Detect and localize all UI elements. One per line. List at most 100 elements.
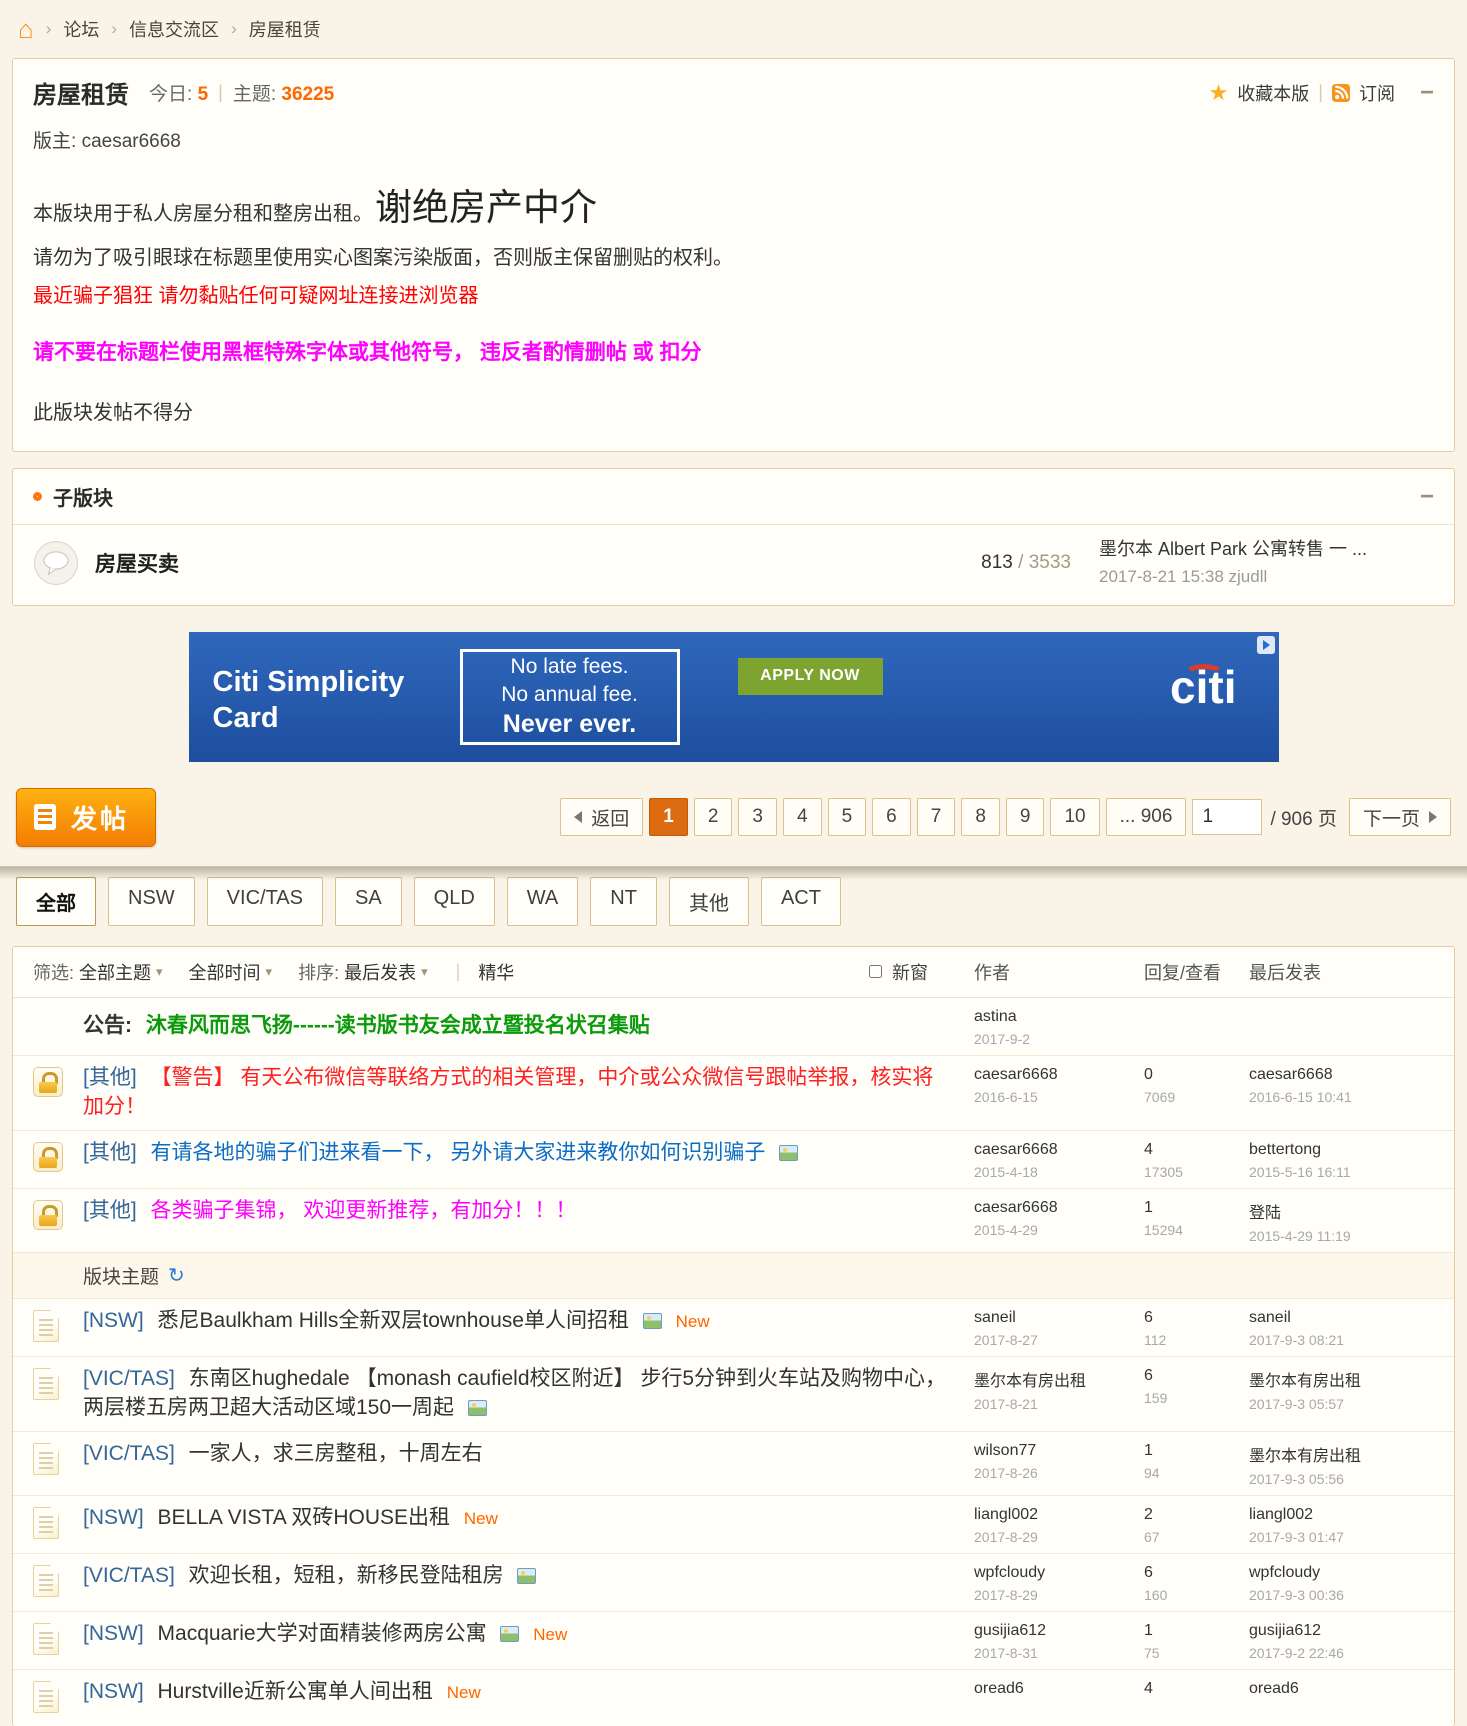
thread-category-tag[interactable]: [VIC/TAS] bbox=[83, 1564, 175, 1587]
last-post-user[interactable]: 墨尔本有房出租 bbox=[1249, 1442, 1434, 1466]
thread-author[interactable]: wpfcloudy bbox=[974, 1564, 1144, 1582]
thread-title[interactable]: 各类骗子集锦， 欢迎更新推荐，有加分！！！ bbox=[151, 1199, 577, 1222]
last-post-user[interactable]: caesar6668 bbox=[1249, 1066, 1434, 1084]
region-tab[interactable]: WA bbox=[506, 876, 579, 926]
digest-link[interactable]: 精华 bbox=[478, 959, 514, 985]
last-post-date[interactable]: 2017-9-3 05:56 bbox=[1249, 1471, 1434, 1487]
arrow-left-icon bbox=[574, 811, 583, 824]
last-post-user[interactable]: oread6 bbox=[1249, 1680, 1434, 1698]
last-post-date[interactable]: 2015-5-16 16:11 bbox=[1249, 1164, 1434, 1180]
subforum-last-post-user[interactable]: zjudll bbox=[1229, 567, 1268, 586]
last-post-user[interactable]: saneil bbox=[1249, 1309, 1434, 1327]
region-tab[interactable]: NSW bbox=[108, 876, 195, 926]
thread-author[interactable]: oread6 bbox=[974, 1680, 1144, 1698]
last-page-button[interactable]: ... 906 bbox=[1105, 798, 1187, 837]
thread-title[interactable]: 【警告】 有天公布微信等联络方式的相关管理，中介或公众微信号跟帖举报，核实将加分… bbox=[83, 1066, 933, 1118]
page-jump-input[interactable] bbox=[1192, 799, 1263, 836]
thread-category-tag[interactable]: [其他] bbox=[83, 1141, 137, 1164]
thread-author[interactable]: wilson77 bbox=[974, 1442, 1144, 1460]
thread-category-tag[interactable]: [NSW] bbox=[83, 1309, 144, 1332]
page-number-button[interactable]: 3 bbox=[738, 798, 777, 837]
breadcrumb-link-section[interactable]: 信息交流区 bbox=[129, 16, 219, 42]
thread-category-tag[interactable]: [其他] bbox=[83, 1066, 137, 1089]
favorite-board-link[interactable]: 收藏本版 bbox=[1237, 80, 1309, 106]
page-number-button[interactable]: 10 bbox=[1050, 798, 1100, 837]
last-post-date[interactable]: 2017-9-3 01:47 bbox=[1249, 1529, 1434, 1545]
page-number-button[interactable]: 8 bbox=[961, 798, 1000, 837]
citi-ad-banner[interactable]: Citi Simplicity Card No late fees. No an… bbox=[188, 631, 1279, 762]
page-number-button[interactable]: 1 bbox=[649, 798, 688, 837]
subforum-link[interactable]: 房屋买卖 bbox=[95, 548, 921, 578]
thread-category-tag[interactable]: [VIC/TAS] bbox=[83, 1367, 175, 1390]
page-number-button[interactable]: 6 bbox=[872, 798, 911, 837]
thread-category-tag[interactable]: [VIC/TAS] bbox=[83, 1442, 175, 1465]
thread-author[interactable]: liangl002 bbox=[974, 1506, 1144, 1524]
region-tab[interactable]: ACT bbox=[760, 876, 841, 926]
announcement-title[interactable]: 沐春风而思飞扬------读书版书友会成立暨投名状召集贴 bbox=[146, 1014, 650, 1037]
last-post-user[interactable]: gusijia612 bbox=[1249, 1622, 1434, 1640]
thread-title[interactable]: BELLA VISTA 双砖HOUSE出租 bbox=[158, 1506, 451, 1529]
thread-title[interactable]: 有请各地的骗子们进来看一下， 另外请大家进来教你如何识别骗子 bbox=[151, 1141, 766, 1164]
page-number-button[interactable]: 5 bbox=[827, 798, 867, 837]
last-post-user[interactable]: 登陆 bbox=[1249, 1199, 1434, 1223]
new-post-button[interactable]: 发帖 bbox=[16, 787, 157, 847]
home-icon[interactable]: ⌂ bbox=[18, 16, 34, 42]
thread-category-tag[interactable]: [NSW] bbox=[83, 1506, 144, 1529]
region-tab[interactable]: 全部 bbox=[16, 876, 96, 926]
thread-author-cell: wpfcloudy 2017-8-29 bbox=[974, 1562, 1144, 1603]
last-post-user[interactable]: 墨尔本有房出租 bbox=[1249, 1367, 1434, 1391]
thread-title[interactable]: 悉尼Baulkham Hills全新双层townhouse单人间招租 bbox=[158, 1309, 629, 1332]
thread-title[interactable]: 一家人，求三房整租，十周左右 bbox=[189, 1442, 483, 1465]
thread-author[interactable]: caesar6668 bbox=[974, 1066, 1144, 1084]
subforum-last-post-title[interactable]: 墨尔本 Albert Park 公寓转售 一 ... bbox=[1099, 539, 1367, 559]
thread-title-cell: [其他] 【警告】 有天公布微信等联络方式的相关管理，中介或公众微信号跟帖举报，… bbox=[83, 1064, 974, 1122]
region-tab[interactable]: VIC/TAS bbox=[206, 876, 323, 926]
thread-author[interactable]: gusijia612 bbox=[974, 1622, 1144, 1640]
new-window-checkbox[interactable] bbox=[869, 965, 882, 979]
page-number-button[interactable]: 7 bbox=[916, 798, 956, 837]
collapse-icon[interactable]: − bbox=[1420, 484, 1434, 509]
last-post-date[interactable]: 2015-4-29 11:19 bbox=[1249, 1228, 1434, 1244]
time-filter[interactable]: 全部时间 ▾ bbox=[189, 959, 273, 985]
thread-title[interactable]: 欢迎长租，短租，新移民登陆租房 bbox=[189, 1564, 504, 1587]
collapse-icon[interactable]: − bbox=[1420, 80, 1434, 105]
subscribe-link[interactable]: 订阅 bbox=[1359, 80, 1395, 106]
thread-title[interactable]: 东南区hughedale 【monash caufield校区附近】 步行5分钟… bbox=[83, 1367, 946, 1419]
page-number-button[interactable]: 9 bbox=[1005, 798, 1045, 837]
last-post-date[interactable]: 2017-9-3 00:36 bbox=[1249, 1587, 1434, 1603]
topic-filter[interactable]: 筛选: 全部主题 ▾ bbox=[33, 959, 163, 985]
moderator-link[interactable]: caesar6668 bbox=[82, 131, 181, 152]
adchoices-icon[interactable] bbox=[1256, 635, 1275, 654]
thread-category-tag[interactable]: [NSW] bbox=[83, 1680, 144, 1703]
thread-author[interactable]: 墨尔本有房出租 bbox=[974, 1367, 1144, 1391]
thread-author[interactable]: caesar6668 bbox=[974, 1141, 1144, 1159]
apply-now-button[interactable]: APPLY NOW bbox=[737, 657, 883, 695]
breadcrumb-link-current[interactable]: 房屋租赁 bbox=[249, 16, 321, 42]
back-button[interactable]: 返回 bbox=[560, 798, 644, 837]
page-number-button[interactable]: 2 bbox=[693, 798, 733, 837]
last-post-date[interactable]: 2017-9-2 22:46 bbox=[1249, 1645, 1434, 1661]
announcement-author[interactable]: astina bbox=[974, 1008, 1144, 1026]
thread-title[interactable]: Macquarie大学对面精装修两房公寓 bbox=[158, 1622, 487, 1645]
refresh-icon[interactable]: ↻ bbox=[168, 1263, 185, 1288]
last-post-date[interactable]: 2017-9-3 08:21 bbox=[1249, 1332, 1434, 1348]
page-number-button[interactable]: 4 bbox=[783, 798, 822, 837]
thread-author[interactable]: saneil bbox=[974, 1309, 1144, 1327]
thread-title[interactable]: Hurstville近新公寓单人间出租 bbox=[158, 1680, 433, 1703]
next-page-button[interactable]: 下一页 bbox=[1348, 798, 1451, 837]
last-post-user[interactable]: bettertong bbox=[1249, 1141, 1434, 1159]
last-post-date[interactable]: 2017-9-3 05:57 bbox=[1249, 1396, 1434, 1412]
column-header-replies: 回复/查看 bbox=[1144, 962, 1222, 983]
breadcrumb-link-forum[interactable]: 论坛 bbox=[63, 16, 99, 42]
thread-category-tag[interactable]: [NSW] bbox=[83, 1622, 144, 1645]
thread-category-tag[interactable]: [其他] bbox=[83, 1199, 137, 1222]
last-post-user[interactable]: liangl002 bbox=[1249, 1506, 1434, 1524]
region-tab[interactable]: SA bbox=[334, 876, 402, 926]
last-post-date[interactable]: 2016-6-15 10:41 bbox=[1249, 1089, 1434, 1105]
sort-filter[interactable]: 排序: 最后发表 ▾ bbox=[298, 959, 428, 985]
last-post-user[interactable]: wpfcloudy bbox=[1249, 1564, 1434, 1582]
region-tab[interactable]: NT bbox=[590, 876, 657, 926]
region-tab[interactable]: QLD bbox=[413, 876, 495, 926]
region-tab[interactable]: 其他 bbox=[668, 876, 749, 926]
thread-author[interactable]: caesar6668 bbox=[974, 1199, 1144, 1217]
